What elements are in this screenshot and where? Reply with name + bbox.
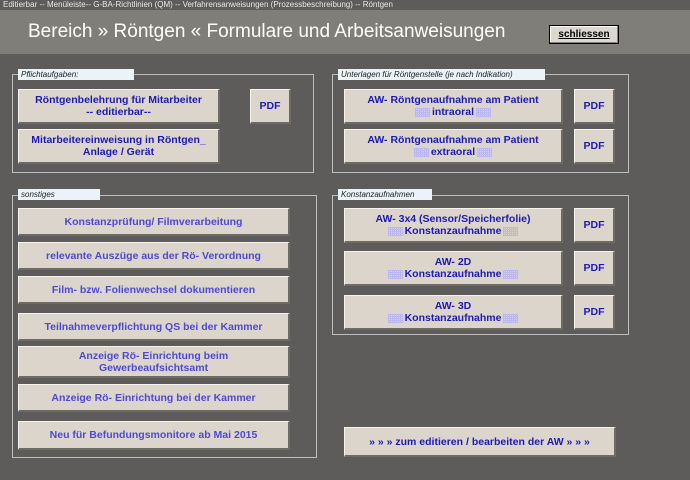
konstanz-3x4-pdf-button[interactable]: PDF [574, 208, 615, 243]
befundungsmonitore-button[interactable]: Neu für Befundungsmonitore ab Mai 2015 [18, 421, 290, 450]
pattern-icon [503, 226, 519, 236]
anzeige-gewerbeaufsicht-line1: Anzeige Rö- Einrichtung beim [78, 349, 229, 362]
konstanz-2d-pdf-button[interactable]: PDF [574, 251, 615, 286]
konstanz-2d-line1: AW- 2D [434, 256, 472, 268]
aw-intraoral-button[interactable]: AW- Röntgenaufnahme am Patient intraoral [344, 89, 563, 124]
roe-verordnung-label: relevante Auszüge aus der Rö- Verordnung [46, 249, 261, 262]
aw-extraoral-line2: extraoral [430, 146, 476, 158]
pattern-icon [413, 147, 429, 157]
pattern-icon [414, 107, 430, 117]
aw-extraoral-pdf-button[interactable]: PDF [574, 129, 615, 164]
konstanz-3d-line1: AW- 3D [434, 300, 472, 312]
aw-intraoral-line1: AW- Röntgenaufnahme am Patient [367, 94, 539, 106]
anzeige-gewerbeaufsicht-button[interactable]: Anzeige Rö- Einrichtung beim Gewerbeaufs… [18, 346, 290, 378]
pattern-icon [387, 269, 403, 279]
pattern-icon [387, 226, 403, 236]
pflicht-panel-label: Pflichtaufgaben: [18, 69, 134, 80]
konstanz-3d-button[interactable]: AW- 3D Konstanzaufnahme [344, 295, 563, 330]
konstanz-3d-line2: Konstanzaufnahme [404, 312, 502, 324]
page-title: Bereich » Röntgen « Formulare und Arbeit… [28, 21, 506, 42]
window-title: Editierbar -- Menüleiste-- G-BA-Richtlin… [0, 0, 690, 10]
pattern-icon [387, 313, 403, 323]
mitarbeitereinweisung-line1: Mitarbeitereinweisung in Röntgen_ [31, 134, 206, 146]
mitarbeitereinweisung-button[interactable]: Mitarbeitereinweisung in Röntgen_ Anlage… [18, 129, 220, 164]
befundungsmonitore-label: Neu für Befundungsmonitore ab Mai 2015 [49, 429, 258, 441]
roentgenbelehrung-button[interactable]: Röntgenbelehrung für Mitarbeiter -- edit… [18, 89, 220, 124]
anzeige-gewerbeaufsicht-line2: Gewerbeaufsichtsamt [98, 361, 209, 374]
qs-kammer-label: Teilnahmeverpflichtung QS bei der Kammer [44, 320, 263, 333]
close-button[interactable]: schliessen [549, 25, 619, 44]
folienwechsel-button[interactable]: Film- bzw. Folienwechsel dokumentieren [18, 276, 290, 304]
anzeige-kammer-button[interactable]: Anzeige Rö- Einrichtung bei der Kammer [18, 384, 290, 412]
konstanz-2d-line2: Konstanzaufnahme [404, 268, 502, 280]
konstanz-panel-label: Konstanzaufnahmen [338, 189, 432, 200]
pattern-icon [503, 313, 519, 323]
konstanzpruefung-button[interactable]: Konstanzprüfung/ Filmverarbeitung [18, 208, 290, 236]
roe-verordnung-button[interactable]: relevante Auszüge aus der Rö- Verordnung [18, 242, 290, 270]
konstanz-3x4-line1: AW- 3x4 (Sensor/Speicherfolie) [375, 213, 531, 225]
aw-intraoral-pdf-button[interactable]: PDF [574, 89, 615, 124]
qs-kammer-button[interactable]: Teilnahmeverpflichtung QS bei der Kammer [18, 313, 290, 341]
anzeige-kammer-label: Anzeige Rö- Einrichtung bei der Kammer [51, 391, 256, 404]
konstanz-3x4-button[interactable]: AW- 3x4 (Sensor/Speicherfolie) Konstanza… [344, 208, 563, 243]
konstanz-3d-pdf-button[interactable]: PDF [574, 295, 615, 330]
konstanz-2d-button[interactable]: AW- 2D Konstanzaufnahme [344, 251, 563, 286]
konstanz-3x4-line2: Konstanzaufnahme [404, 225, 502, 237]
unterlagen-panel-label: Unterlagen für Röntgenstelle (je nach In… [338, 69, 545, 80]
roentgenbelehrung-line2: -- editierbar-- [86, 106, 151, 118]
roentgenbelehrung-line1: Röntgenbelehrung für Mitarbeiter [35, 94, 202, 106]
aw-intraoral-line2: intraoral [431, 106, 474, 118]
roentgenbelehrung-pdf-button[interactable]: PDF [250, 89, 291, 124]
folienwechsel-label: Film- bzw. Folienwechsel dokumentieren [51, 283, 256, 296]
edit-aw-button[interactable]: » » » zum editieren / bearbeiten der AW … [344, 427, 616, 457]
aw-extraoral-line1: AW- Röntgenaufnahme am Patient [367, 134, 539, 146]
sonstiges-panel-label: sonstiges [18, 189, 100, 200]
pattern-icon [503, 269, 519, 279]
pattern-icon [477, 147, 493, 157]
aw-extraoral-button[interactable]: AW- Röntgenaufnahme am Patient extraoral [344, 129, 563, 164]
header-bar: Bereich » Röntgen « Formulare und Arbeit… [0, 10, 690, 54]
pattern-icon [476, 107, 491, 117]
mitarbeitereinweisung-line2: Anlage / Gerät [82, 146, 155, 158]
konstanzpruefung-label: Konstanzprüfung/ Filmverarbeitung [64, 215, 243, 228]
